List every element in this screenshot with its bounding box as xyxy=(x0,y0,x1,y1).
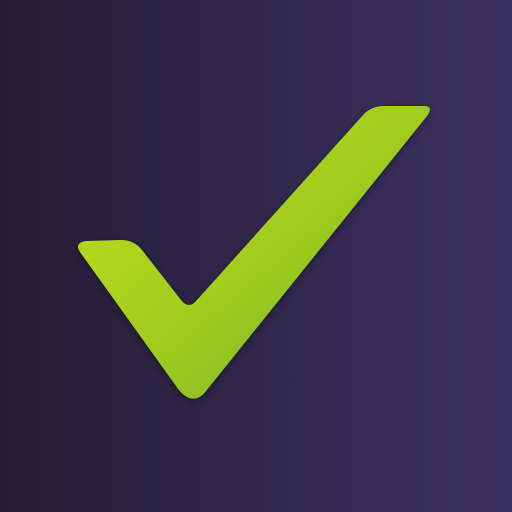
checkmark-icon xyxy=(78,106,430,399)
app-icon xyxy=(0,0,512,512)
checkmark-shape xyxy=(78,106,430,399)
